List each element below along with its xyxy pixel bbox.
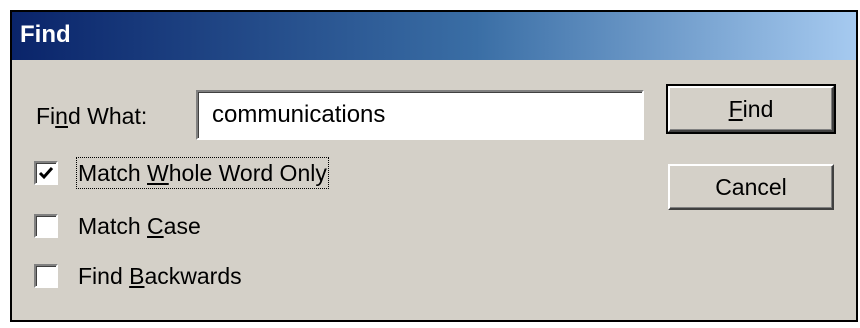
find-what-input[interactable]: communications (196, 90, 644, 140)
dialog-title: Find (20, 21, 71, 48)
match-case-label[interactable]: Match Case (78, 212, 201, 240)
find-backwards-label[interactable]: Find Backwards (78, 262, 242, 290)
find-backwards-checkbox[interactable] (34, 264, 58, 288)
match-whole-word-label[interactable]: Match Whole Word Only (76, 157, 329, 189)
match-case-checkbox[interactable] (34, 214, 58, 238)
match-whole-word-checkbox[interactable] (34, 161, 58, 185)
title-bar[interactable]: Find (12, 12, 856, 60)
find-dialog: Find Find What: communications Match Who… (10, 10, 858, 322)
find-button[interactable]: Find (666, 84, 836, 134)
find-what-label: Find What: (36, 103, 148, 129)
cancel-button[interactable]: Cancel (668, 164, 834, 210)
checkmark-icon (38, 167, 54, 180)
